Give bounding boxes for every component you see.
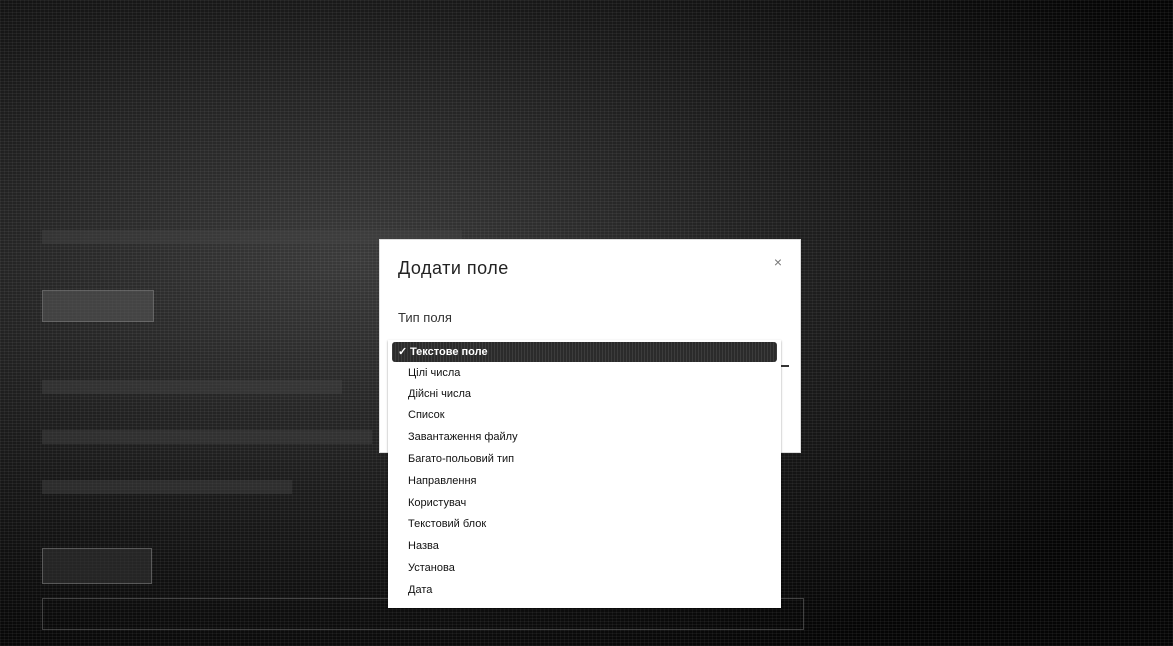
screen: Додати поле × Тип поля ✓ Текстове поле Ці… — [0, 0, 1173, 646]
dropdown-option[interactable]: Завантаження файлу — [388, 427, 781, 447]
field-type-dropdown[interactable]: ✓ Текстове поле Цілі числа Дійсні числа С… — [388, 340, 781, 608]
dropdown-option[interactable]: Направлення — [388, 471, 781, 491]
dropdown-option[interactable]: Установа — [388, 558, 781, 578]
scrollbar-handle[interactable] — [781, 365, 789, 367]
close-icon[interactable]: × — [770, 254, 786, 270]
background-text-row — [42, 430, 372, 444]
dropdown-option[interactable]: Дата — [388, 580, 781, 600]
dialog-title: Додати поле — [398, 258, 509, 278]
dropdown-option[interactable]: Дійсні числа — [388, 384, 781, 404]
field-type-label: Тип поля — [398, 310, 452, 325]
dropdown-option[interactable]: Назва — [388, 536, 781, 556]
dropdown-option-selected[interactable]: ✓ Текстове поле — [392, 342, 777, 362]
background-text-row — [42, 480, 292, 494]
check-icon: ✓ — [398, 346, 408, 358]
dropdown-option[interactable]: Користувач — [388, 493, 781, 513]
dropdown-option[interactable]: Цілі числа — [388, 363, 781, 383]
background-text-row — [42, 380, 342, 394]
background-submit-button — [42, 548, 152, 584]
background-button — [42, 290, 154, 322]
dropdown-option[interactable]: Текстовий блок — [388, 514, 781, 534]
dropdown-option[interactable]: Список — [388, 405, 781, 425]
dropdown-option[interactable]: Багато-польовий тип — [388, 449, 781, 469]
dropdown-option-label: Текстове поле — [410, 346, 488, 358]
